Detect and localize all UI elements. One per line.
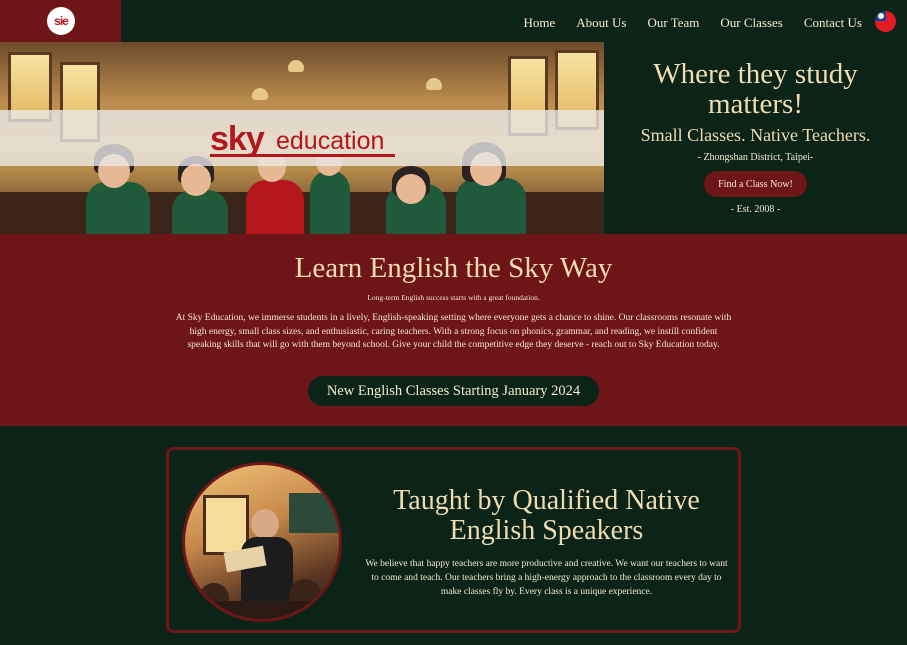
brand-education-text: education	[276, 127, 385, 155]
student-head	[396, 174, 426, 204]
learn-section-title: Learn English the Sky Way	[294, 252, 613, 284]
lamp-icon	[252, 88, 268, 100]
established-text: - Est. 2008 -	[730, 204, 781, 215]
top-nav: sie Home About Us Our Team Our Classes C…	[0, 0, 907, 42]
hero-subtitle: Small Classes. Native Teachers.	[640, 125, 871, 145]
nav-link-our-team[interactable]: Our Team	[647, 15, 699, 31]
lamp-icon	[288, 60, 304, 72]
hero-location: - Zhongshan District, Taipei-	[697, 152, 814, 163]
brand-underline	[210, 154, 395, 157]
find-class-button[interactable]: Find a Class Now!	[704, 171, 807, 197]
student-figure	[86, 182, 150, 234]
taiwan-flag-icon[interactable]	[875, 11, 896, 32]
chalkboard	[289, 493, 339, 533]
student-figure	[246, 180, 304, 234]
nav-link-about-us[interactable]: About Us	[576, 15, 626, 31]
student-figure	[172, 190, 228, 234]
flag-sun	[878, 13, 884, 19]
learn-section-body: At Sky Education, we immerse students in…	[175, 313, 732, 350]
nav-links: Home About Us Our Team Our Classes Conta…	[523, 15, 862, 31]
nav-link-our-classes[interactable]: Our Classes	[720, 15, 782, 31]
student-figure	[456, 178, 526, 234]
desk-row	[185, 601, 339, 619]
teachers-card-title: Taught by Qualified Native English Speak…	[393, 485, 700, 546]
nav-link-home[interactable]: Home	[523, 15, 555, 31]
logo-icon[interactable]: sie	[47, 7, 75, 35]
hero-classroom-image: sky education	[0, 42, 604, 234]
hero-text-panel: Where they study matters! Small Classes.…	[604, 42, 907, 234]
learn-section-tagline: Long-term English success starts with a …	[367, 293, 540, 302]
hero-title: Where they study matters!	[653, 58, 858, 120]
student-figure	[310, 170, 350, 234]
sky-education-logo: sky education	[210, 120, 395, 158]
new-classes-announcement-button[interactable]: New English Classes Starting January 202…	[308, 376, 599, 406]
lamp-icon	[426, 78, 442, 90]
teacher-portrait-image	[182, 462, 342, 622]
teachers-card-body: We believe that happy teachers are more …	[365, 559, 728, 597]
student-head	[181, 164, 211, 196]
nav-link-contact-us[interactable]: Contact Us	[804, 15, 862, 31]
teachers-card: Taught by Qualified Native English Speak…	[166, 447, 741, 633]
teacher-head	[251, 509, 279, 539]
logo-area[interactable]: sie	[0, 0, 121, 42]
learn-english-section: Learn English the Sky Way Long-term Engl…	[0, 234, 907, 426]
